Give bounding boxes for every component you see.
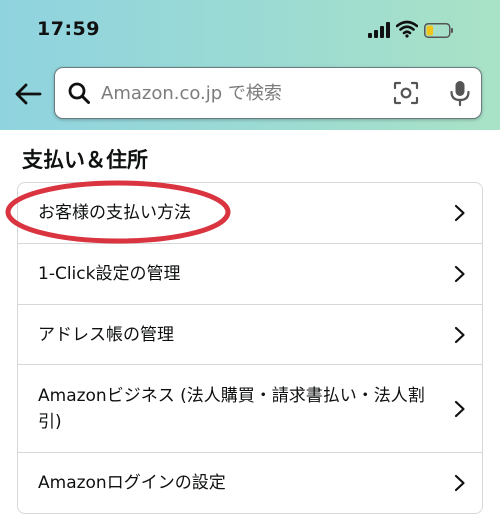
menu-item-label: Amazonビジネス (法人購買・請求書払い・法人割引): [38, 385, 425, 432]
menu-item-1click-settings[interactable]: 1-Click設定の管理: [18, 244, 482, 305]
menu-item-amazon-login-settings[interactable]: Amazonログインの設定: [18, 453, 482, 513]
search-bar[interactable]: [54, 67, 482, 119]
camera-scan-icon[interactable]: [393, 81, 419, 105]
menu-item-label: アドレス帳の管理: [38, 324, 174, 345]
chevron-right-icon: [454, 474, 465, 492]
wifi-icon: [396, 20, 418, 38]
chevron-right-icon: [454, 265, 465, 283]
menu-item-payment-methods[interactable]: お客様の支払い方法: [18, 183, 482, 244]
menu-item-label: Amazonログインの設定: [38, 473, 226, 493]
cellular-signal-icon: [368, 22, 392, 38]
section-title: 支払い＆住所: [22, 148, 148, 172]
chevron-right-icon: [454, 400, 465, 417]
menu-item-label: 1-Click設定の管理: [38, 264, 181, 284]
status-time: 17:59: [37, 18, 100, 40]
app-header: 17:59: [0, 0, 500, 130]
menu-item-address-book[interactable]: アドレス帳の管理: [18, 305, 482, 365]
search-icon: [68, 82, 90, 104]
microphone-icon[interactable]: [447, 79, 473, 107]
battery-icon: [424, 23, 453, 38]
chevron-right-icon: [454, 204, 465, 222]
menu-item-label: お客様の支払い方法: [38, 203, 191, 223]
chevron-right-icon: [454, 326, 465, 343]
back-arrow-icon[interactable]: [14, 82, 42, 106]
search-input[interactable]: [97, 68, 395, 118]
payment-address-menu: お客様の支払い方法 1-Click設定の管理 アドレス帳の管理 Amazonビジ…: [17, 182, 483, 514]
menu-item-amazon-business[interactable]: Amazonビジネス (法人購買・請求書払い・法人割引): [18, 365, 482, 453]
